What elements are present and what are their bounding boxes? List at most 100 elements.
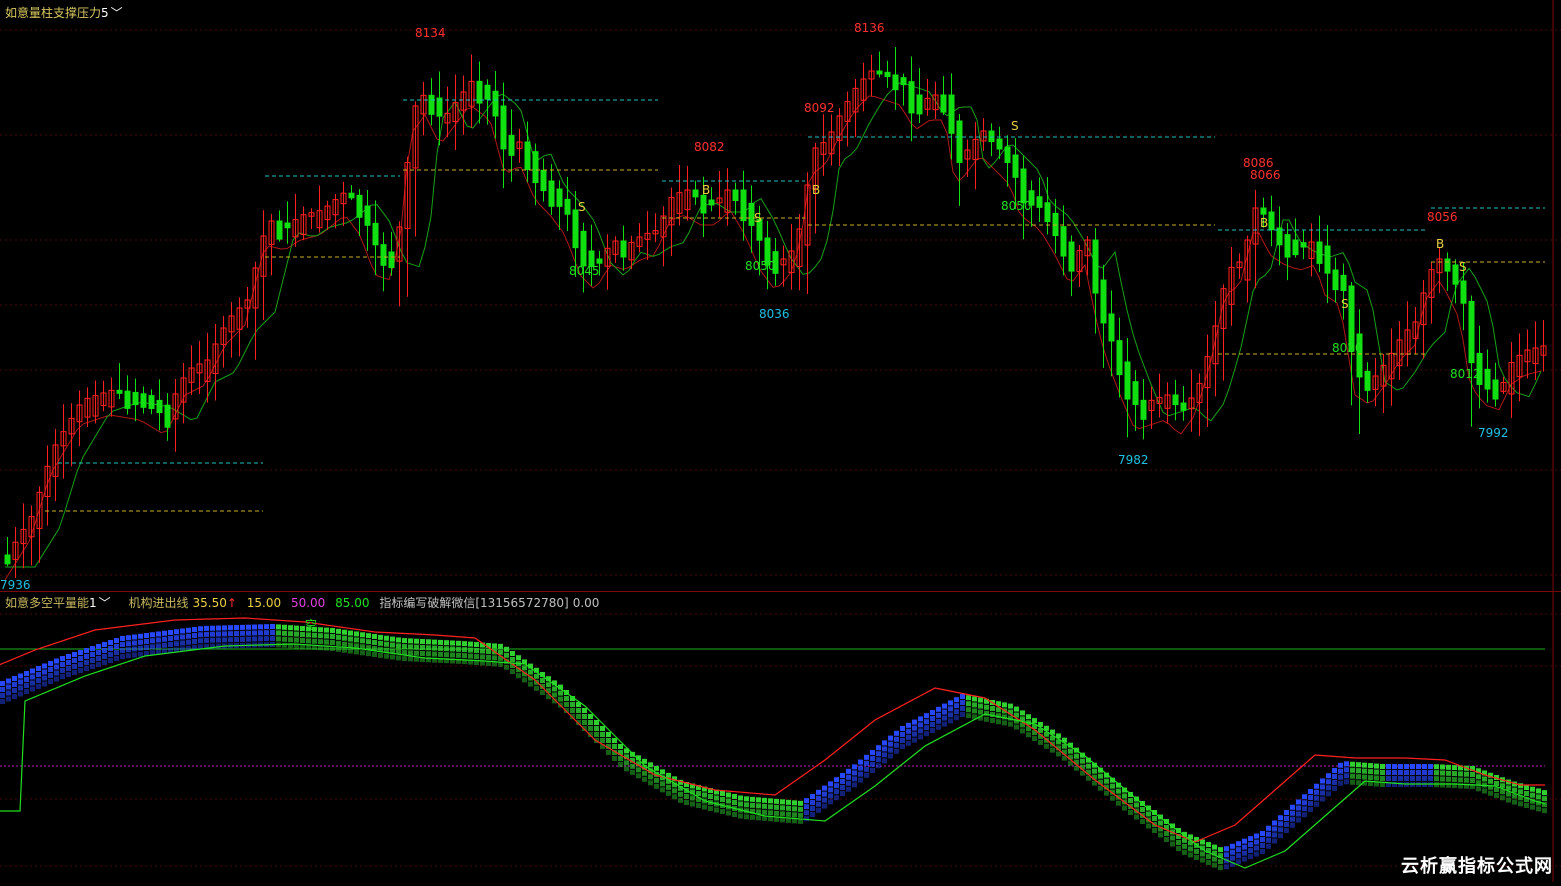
sell-signal: S: [578, 200, 586, 214]
histogram-cell: [222, 625, 227, 631]
histogram-cell: [450, 646, 455, 652]
histogram-cell: [198, 626, 203, 632]
jigou-line-label: 机构进出线: [128, 596, 189, 610]
histogram-cell: [72, 658, 77, 663]
histogram-cell: [126, 641, 131, 647]
histogram-cell: [966, 707, 971, 713]
histogram-cell: [54, 664, 59, 670]
candle-body: [1020, 168, 1027, 204]
histogram-cell: [324, 633, 329, 639]
histogram-cell: [324, 627, 329, 633]
histogram-cell: [912, 725, 917, 731]
histogram-cell: [894, 736, 899, 742]
histogram-cell: [120, 642, 125, 647]
histogram-cell: [1344, 767, 1349, 773]
histogram-cell: [168, 630, 173, 635]
main-indicator-selector[interactable]: 如意量柱支撑压力5 ﹀: [5, 6, 123, 20]
histogram-cell: [966, 701, 971, 707]
histogram-cell: [108, 640, 113, 645]
histogram-cell: [714, 795, 719, 801]
histogram-cell: [1536, 794, 1541, 800]
sub-indicator-param: 1: [89, 596, 97, 610]
buy-signal: B: [1260, 216, 1268, 230]
histogram-cell: [954, 715, 959, 721]
histogram-cell: [744, 802, 749, 808]
histogram-cell: [276, 630, 281, 636]
histogram-cell: [342, 641, 347, 647]
histogram-cell: [1014, 706, 1019, 712]
histogram-cell: [486, 648, 491, 654]
histogram-cell: [1404, 776, 1409, 781]
histogram-cell: [528, 669, 533, 675]
histogram-cell: [174, 629, 179, 635]
histogram-cell: [462, 647, 467, 653]
histogram-cell: [288, 631, 293, 637]
histogram-cell: [1398, 764, 1403, 769]
histogram-cell: [504, 646, 509, 652]
histogram-cell: [66, 660, 71, 665]
histogram-cell: [912, 731, 917, 737]
histogram-cell: [96, 650, 101, 655]
histogram-cell: [756, 803, 761, 809]
histogram-cell: [204, 637, 209, 643]
histogram-cell: [1224, 864, 1229, 870]
oscillator-chart[interactable]: 空: [0, 592, 1561, 882]
candle-body: [428, 94, 435, 115]
histogram-cell: [624, 760, 629, 766]
histogram-cell: [1128, 810, 1133, 815]
histogram-cell: [684, 794, 689, 799]
histogram-cell: [810, 794, 815, 799]
histogram-cell: [606, 750, 611, 755]
histogram-cell: [534, 673, 539, 679]
histogram-cell: [690, 795, 695, 801]
histogram-cell: [930, 710, 935, 715]
histogram-cell: [840, 791, 845, 796]
histogram-cell: [1080, 758, 1085, 764]
histogram-cell: [366, 633, 371, 639]
histogram-cell: [552, 686, 557, 692]
histogram-cell: [1524, 785, 1529, 790]
histogram-cell: [378, 634, 383, 640]
histogram-cell: [906, 740, 911, 746]
histogram-cell: [516, 655, 521, 661]
histogram-cell: [12, 694, 17, 699]
candle-body: [500, 105, 507, 150]
histogram-cell: [162, 636, 167, 642]
histogram-cell: [30, 686, 35, 692]
histogram-cell: [1164, 831, 1169, 836]
histogram-cell: [1392, 764, 1397, 769]
histogram-cell: [1212, 856, 1217, 862]
histogram-cell: [1344, 761, 1349, 767]
sub-indicator-selector[interactable]: 如意多空平量能1 ﹀: [5, 596, 115, 610]
histogram-cell: [1248, 842, 1253, 848]
histogram-cell: [660, 781, 665, 787]
histogram-cell: [414, 650, 419, 656]
histogram-cell: [1116, 800, 1121, 806]
histogram-cell: [426, 639, 431, 645]
histogram-cell: [1212, 862, 1217, 868]
sub-indicator-pane[interactable]: 空: [0, 592, 1561, 882]
histogram-cell: [24, 689, 29, 694]
histogram-cell: [1104, 790, 1109, 796]
histogram-cell: [1416, 776, 1421, 781]
histogram-cell: [24, 677, 29, 682]
histogram-cell: [240, 624, 245, 630]
histogram-cell: [690, 801, 695, 807]
histogram-cell: [1212, 844, 1217, 850]
histogram-cell: [720, 797, 725, 802]
histogram-cell: [522, 665, 527, 671]
histogram-cell: [630, 763, 635, 769]
histogram-cell: [1236, 841, 1241, 847]
chevron-down-icon[interactable]: ﹀: [99, 596, 111, 610]
candle-body: [1284, 234, 1291, 258]
main-indicator-param: 5: [101, 6, 109, 20]
main-chart-pane[interactable]: 8134 8136 8092 8082 8086 8066 8056 8036 7982 7992…: [0, 0, 1561, 592]
histogram-cell: [648, 762, 653, 768]
histogram-cell: [1266, 825, 1271, 831]
histogram-cell: [210, 631, 215, 637]
histogram-cell: [588, 714, 593, 719]
histogram-cell: [426, 645, 431, 651]
chevron-down-icon[interactable]: ﹀: [111, 6, 123, 20]
candlestick-chart[interactable]: 8134 813680928082808680668056803679827992…: [0, 0, 1561, 592]
histogram-cell: [678, 797, 683, 803]
